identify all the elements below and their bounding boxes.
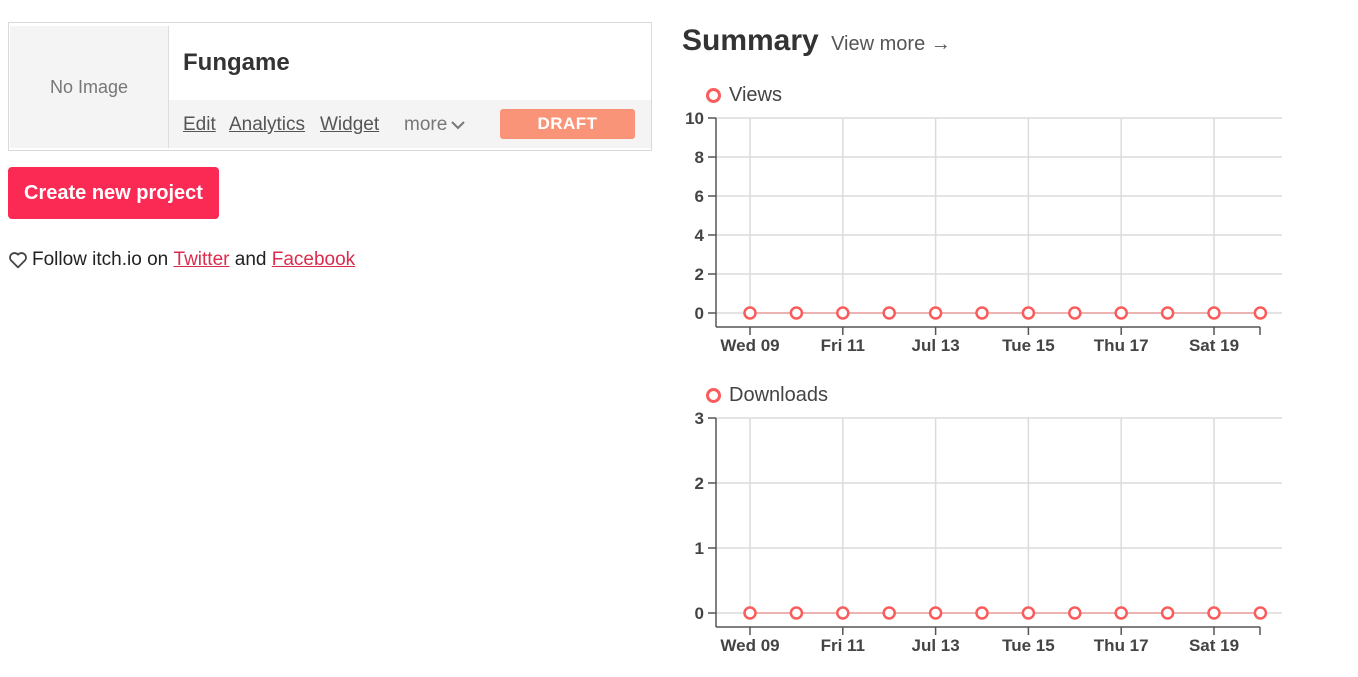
data-point [1253, 606, 1268, 620]
data-point [1160, 606, 1175, 620]
data-point [743, 606, 757, 620]
data-point [975, 606, 989, 620]
y-tick-label: 0 [695, 604, 704, 623]
data-point [789, 606, 804, 620]
data-point [1114, 606, 1128, 620]
x-tick-label: Wed 09 [720, 636, 779, 655]
data-point [882, 606, 896, 620]
data-point [836, 606, 850, 620]
data-point [1021, 606, 1036, 620]
x-tick-label: Tue 15 [1002, 636, 1055, 655]
data-point [1207, 606, 1221, 620]
x-tick-label: Jul 13 [911, 636, 959, 655]
y-tick-label: 1 [695, 539, 704, 558]
y-tick-label: 2 [695, 474, 704, 493]
x-tick-label: Thu 17 [1094, 636, 1149, 655]
x-tick-label: Fri 11 [821, 636, 865, 655]
downloads-chart: 0 1 2 3 Wed 09 Fri 11 Jul 13 Tue 15 Thu 17 Sat 19 [695, 409, 1282, 655]
data-point [1068, 606, 1082, 620]
x-tick-label: Sat 19 [1189, 636, 1239, 655]
y-tick-label: 3 [695, 409, 704, 428]
data-point [928, 606, 943, 620]
